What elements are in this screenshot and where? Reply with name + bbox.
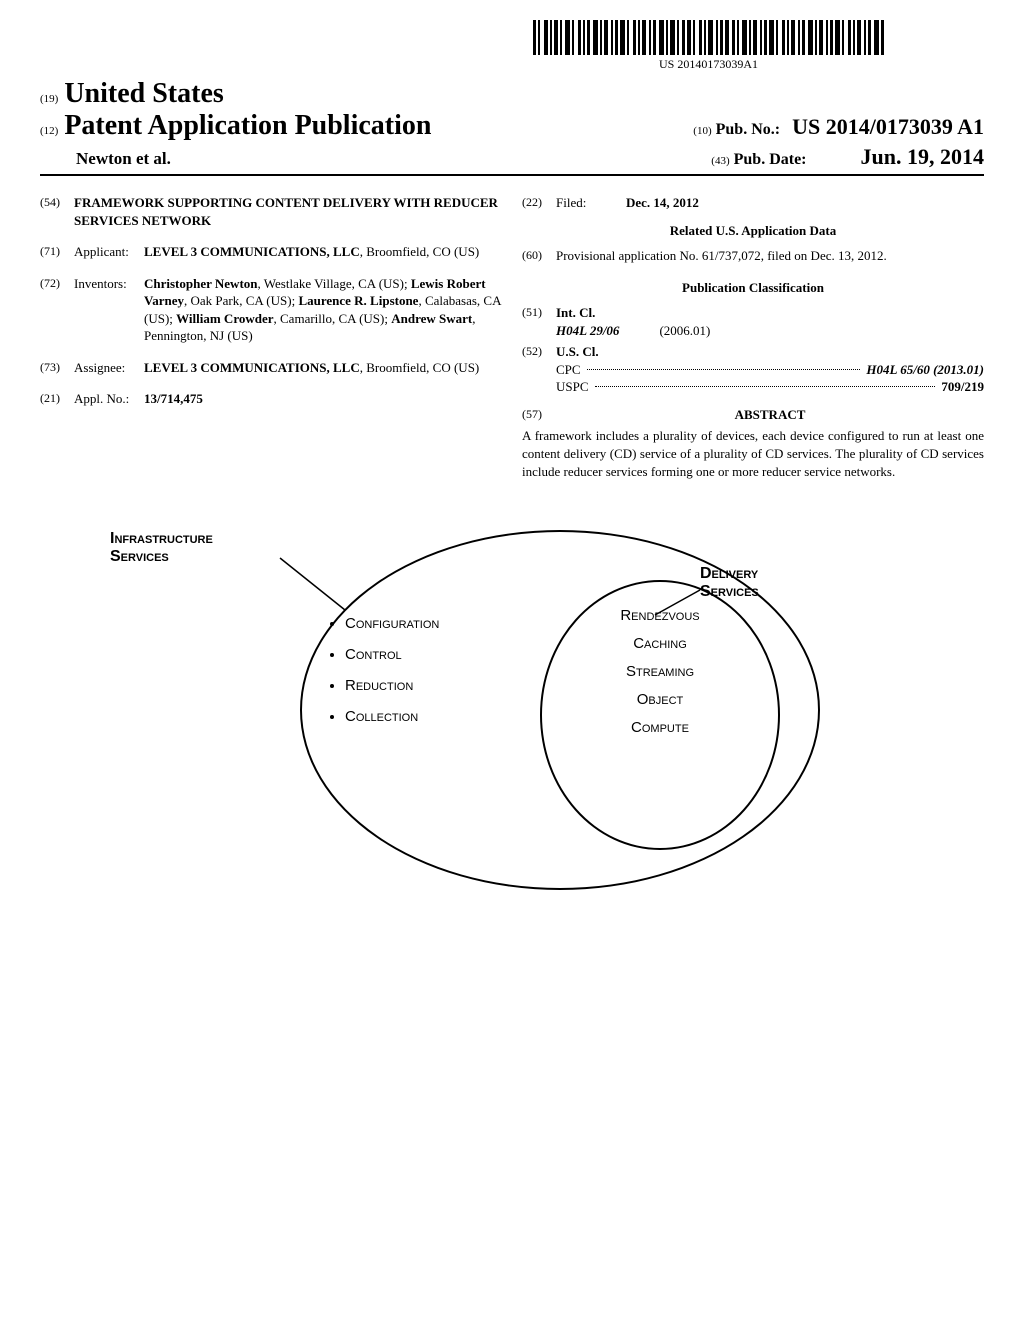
int-cl-label: Int. Cl. <box>556 304 984 322</box>
inid-57: (57) <box>522 406 556 428</box>
abstract-text: A framework includes a plurality of devi… <box>522 427 984 480</box>
inid-54: (54) <box>40 194 74 229</box>
inid-12: (12) <box>40 125 58 137</box>
inid-73: (73) <box>40 359 74 377</box>
infra-item-configuration: Configuration <box>345 615 439 632</box>
infrastructure-services-label: Infrastructure Services <box>110 530 213 566</box>
pub-class-heading: Publication Classification <box>522 279 984 297</box>
uspc-value: 709/219 <box>941 378 984 396</box>
field-abstract: (57) ABSTRACT <box>522 406 984 428</box>
field-title: (54) FRAMEWORK SUPPORTING CONTENT DELIVE… <box>40 194 502 229</box>
inid-10: (10) <box>693 125 711 137</box>
inid-22: (22) <box>522 194 556 212</box>
barcode-section: US 20140173039A1 <box>40 20 984 73</box>
document-body: (54) FRAMEWORK SUPPORTING CONTENT DELIVE… <box>40 194 984 480</box>
field-filed: (22) Filed: Dec. 14, 2012 <box>522 194 984 212</box>
cpc-label: CPC <box>556 361 581 379</box>
infra-item-collection: Collection <box>345 708 439 725</box>
field-us-cl: (52) U.S. Cl. CPC H04L 65/60 (2013.01) U… <box>522 343 984 396</box>
delivery-items: Rendezvous Caching Streaming Object Comp… <box>580 607 740 747</box>
filed-value: Dec. 14, 2012 <box>626 194 984 212</box>
inid-52: (52) <box>522 343 556 396</box>
barcode-lines <box>533 20 884 55</box>
inid-19: (19) <box>40 93 58 105</box>
field-applicant: (71) Applicant: LEVEL 3 COMMUNICATIONS, … <box>40 243 502 261</box>
assignee-label: Assignee: <box>74 359 144 377</box>
left-column: (54) FRAMEWORK SUPPORTING CONTENT DELIVE… <box>40 194 502 480</box>
int-cl-class: H04L 29/06 <box>556 322 619 340</box>
country-name: United States <box>64 78 223 110</box>
pub-no-label: Pub. No.: <box>716 121 780 138</box>
barcode: US 20140173039A1 <box>533 20 884 72</box>
delivery-item-rendezvous: Rendezvous <box>580 607 740 624</box>
uspc-label: USPC <box>556 378 589 396</box>
dotted-leader <box>587 369 861 370</box>
applicant-value: LEVEL 3 COMMUNICATIONS, LLC, Broomfield,… <box>144 243 502 261</box>
delivery-item-object: Object <box>580 691 740 708</box>
us-cl-label: U.S. Cl. <box>556 343 984 361</box>
int-cl-year: (2006.01) <box>659 322 710 340</box>
inventors-label: Inventors: <box>74 275 144 345</box>
barcode-text: US 20140173039A1 <box>533 57 884 72</box>
infrastructure-items: Configuration Control Reduction Collecti… <box>325 615 439 739</box>
inid-21: (21) <box>40 390 74 408</box>
invention-title: FRAMEWORK SUPPORTING CONTENT DELIVERY WI… <box>74 194 502 229</box>
field-int-cl: (51) Int. Cl. H04L 29/06 (2006.01) <box>522 304 984 339</box>
pub-date-value: Jun. 19, 2014 <box>861 144 984 169</box>
publication-type: Patent Application Publication <box>64 110 431 142</box>
infra-item-reduction: Reduction <box>345 677 439 694</box>
dotted-leader <box>595 386 936 387</box>
field-inventors: (72) Inventors: Christopher Newton, West… <box>40 275 502 345</box>
document-header: (19) United States (12) Patent Applicati… <box>40 78 984 176</box>
author-name: Newton et al. <box>76 149 171 169</box>
inid-72: (72) <box>40 275 74 345</box>
delivery-item-streaming: Streaming <box>580 663 740 680</box>
right-column: (22) Filed: Dec. 14, 2012 Related U.S. A… <box>522 194 984 480</box>
figure-diagram: Infrastructure Services Delivery Service… <box>100 520 920 900</box>
field-appl-no: (21) Appl. No.: 13/714,475 <box>40 390 502 408</box>
field-provisional: (60) Provisional application No. 61/737,… <box>522 247 984 265</box>
pub-no-value: US 2014/0173039 A1 <box>792 114 984 139</box>
inid-60: (60) <box>522 247 556 265</box>
inventors-value: Christopher Newton, Westlake Village, CA… <box>144 275 502 345</box>
assignee-value: LEVEL 3 COMMUNICATIONS, LLC, Broomfield,… <box>144 359 502 377</box>
applicant-label: Applicant: <box>74 243 144 261</box>
pub-date-label: Pub. Date: <box>734 151 807 168</box>
inid-43: (43) <box>711 155 729 167</box>
provisional-text: Provisional application No. 61/737,072, … <box>556 247 984 265</box>
appl-no-value: 13/714,475 <box>144 390 502 408</box>
inid-51: (51) <box>522 304 556 339</box>
field-assignee: (73) Assignee: LEVEL 3 COMMUNICATIONS, L… <box>40 359 502 377</box>
related-data-heading: Related U.S. Application Data <box>522 222 984 240</box>
delivery-item-caching: Caching <box>580 635 740 652</box>
appl-no-label: Appl. No.: <box>74 390 144 408</box>
infra-item-control: Control <box>345 646 439 663</box>
inid-71: (71) <box>40 243 74 261</box>
delivery-item-compute: Compute <box>580 719 740 736</box>
cpc-value: H04L 65/60 (2013.01) <box>866 361 984 379</box>
filed-label: Filed: <box>556 194 626 212</box>
abstract-heading: ABSTRACT <box>556 406 984 424</box>
